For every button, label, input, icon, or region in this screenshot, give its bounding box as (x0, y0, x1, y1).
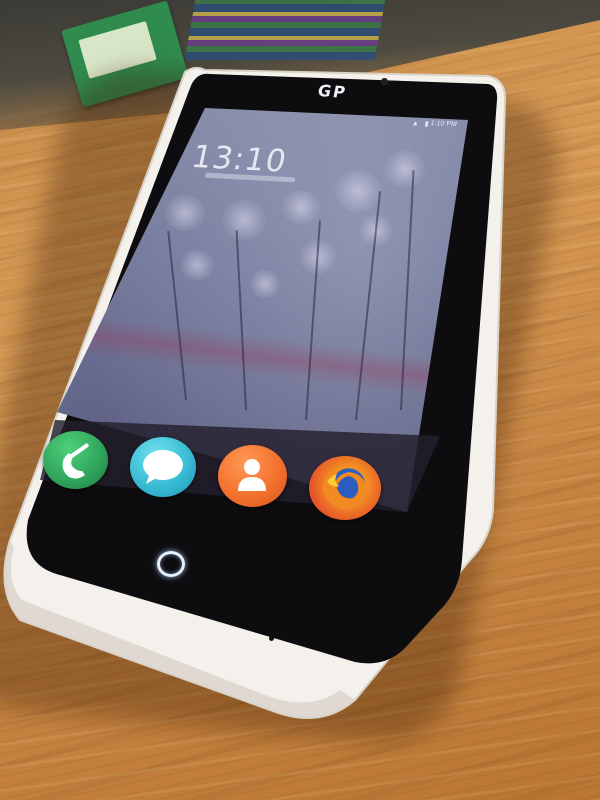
wallpaper-horizon (58, 311, 442, 399)
microphone-hole (269, 636, 274, 641)
wallpaper-bokeh (222, 200, 266, 240)
wallpaper-bokeh (180, 250, 214, 280)
contacts-icon (238, 459, 266, 491)
brand-logo: GP (316, 81, 349, 102)
firefox-app-icon[interactable] (309, 456, 381, 520)
status-time: 1:10 PM (430, 120, 458, 129)
wallpaper-stalk (235, 230, 247, 411)
phone-app-icon[interactable] (43, 431, 108, 489)
signal-battery-icon: ▲ ▮ (411, 120, 432, 128)
phone-icon (62, 443, 89, 479)
wallpaper-bokeh (335, 170, 381, 212)
messages-icon (143, 450, 183, 484)
contacts-app-icon[interactable] (218, 445, 287, 507)
wallpaper-bokeh (282, 190, 320, 224)
messages-app-icon[interactable] (130, 437, 196, 497)
home-button[interactable] (157, 551, 185, 577)
wallpaper-bokeh (250, 270, 280, 298)
front-camera (381, 78, 388, 85)
firefox-icon (322, 468, 367, 510)
wallpaper-bokeh (385, 150, 425, 188)
wallpaper-bokeh (165, 195, 205, 231)
